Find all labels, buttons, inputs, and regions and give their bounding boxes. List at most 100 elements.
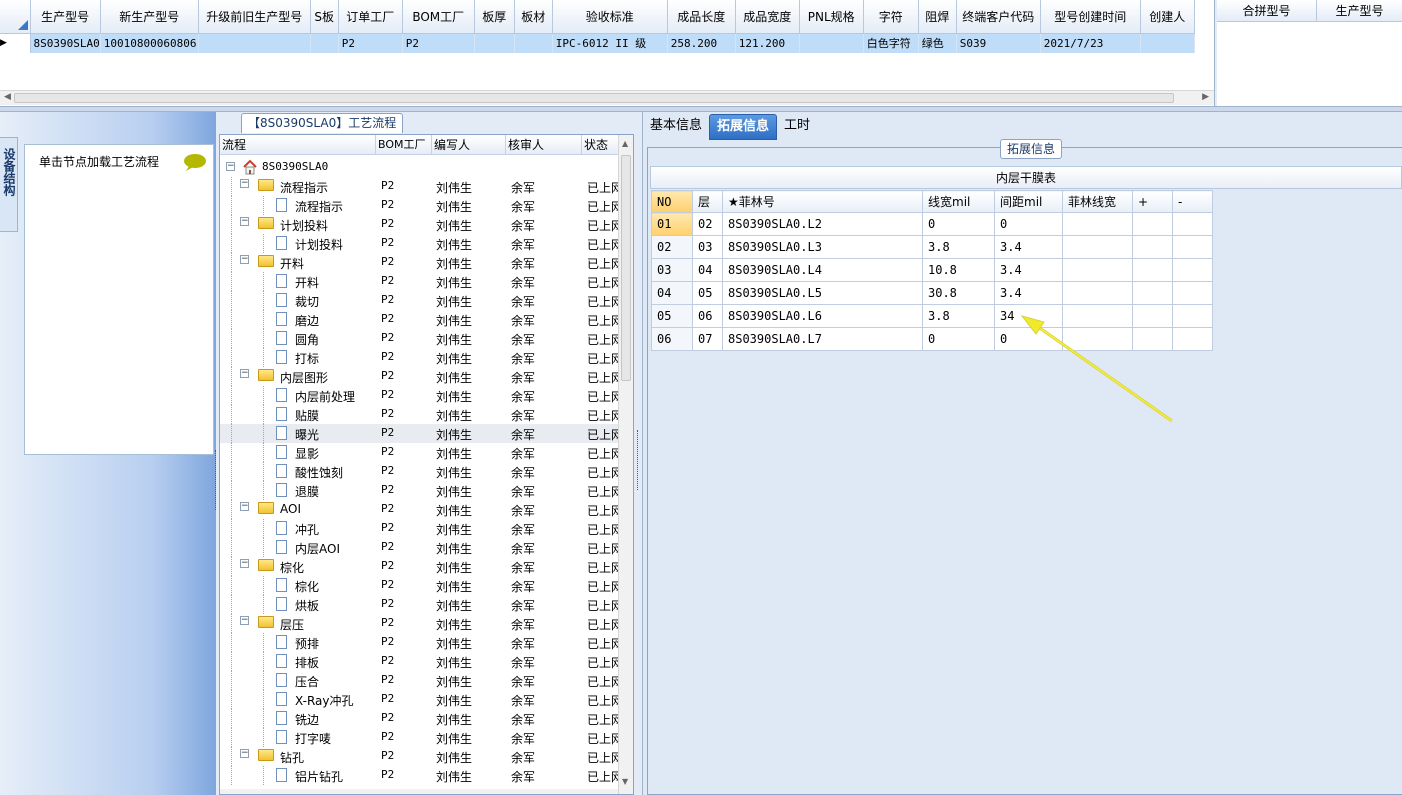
table-cell[interactable]: 0	[922, 212, 995, 236]
tree-row[interactable]: 计划投料 P2 刘伟生 余军 已上网	[220, 234, 623, 253]
grid-cell[interactable]	[474, 33, 515, 53]
table-row[interactable]: 01 02 8S0390SLA0.L2 0 0	[651, 212, 1213, 236]
table-cell[interactable]: 04	[692, 258, 723, 282]
table-row[interactable]: 06 07 8S0390SLA0.L7 0 0	[651, 327, 1213, 351]
table-cell[interactable]	[1062, 304, 1133, 328]
col-header[interactable]: BOM工厂	[402, 0, 475, 34]
table-cell[interactable]	[1062, 212, 1133, 236]
grid-cell[interactable]: 绿色	[918, 33, 957, 53]
col-header[interactable]: 生产型号	[1317, 0, 1402, 21]
vertical-scrollbar[interactable]: ▲ ▼	[618, 135, 633, 794]
table-row[interactable]: ▶ 8S0390SLA0 10010800060806 P2 P2 IPC-6012 I…	[0, 33, 1195, 53]
tree-row[interactable]: − 内层图形 P2 刘伟生 余军 已上网	[220, 367, 623, 386]
table-cell[interactable]: 06	[692, 304, 723, 328]
table-row[interactable]: 05 06 8S0390SLA0.L6 3.8 34	[651, 304, 1213, 328]
tab-extended-info[interactable]: 拓展信息	[709, 114, 778, 140]
tree-row[interactable]: 显影 P2 刘伟生 余军 已上网	[220, 443, 623, 462]
col-header[interactable]: 合拼型号	[1217, 0, 1317, 21]
tree-row[interactable]: 棕化 P2 刘伟生 余军 已上网	[220, 576, 623, 595]
table-cell[interactable]: 02	[651, 235, 693, 259]
table-cell[interactable]: 3.4	[994, 281, 1063, 305]
grid-cell[interactable]: P2	[402, 33, 475, 53]
col-header-process[interactable]: 流程	[220, 135, 376, 154]
table-cell[interactable]: 10.8	[922, 258, 995, 282]
collapse-toggle-icon[interactable]: −	[240, 616, 249, 625]
tree-root-row[interactable]: − 8S0390SLA0	[220, 158, 618, 177]
scroll-down-icon[interactable]: ▼	[622, 777, 628, 786]
tree-row[interactable]: 铣边 P2 刘伟生 余军 已上网	[220, 709, 623, 728]
table-cell[interactable]	[1062, 235, 1133, 259]
tree-row[interactable]: X-Ray冲孔 P2 刘伟生 余军 已上网	[220, 690, 623, 709]
tree-row[interactable]: 内层AOI P2 刘伟生 余军 已上网	[220, 538, 623, 557]
table-cell[interactable]: 3.4	[994, 258, 1063, 282]
table-cell[interactable]	[1132, 235, 1173, 259]
tree-row[interactable]: 铝片钻孔 P2 刘伟生 余军 已上网	[220, 766, 623, 785]
tree-row[interactable]: 排板 P2 刘伟生 余军 已上网	[220, 652, 623, 671]
grid-cell[interactable]: 8S0390SLA0	[30, 33, 101, 53]
table-cell[interactable]	[1172, 212, 1213, 236]
grid-cell[interactable]: 10010800060806	[100, 33, 199, 53]
col-header[interactable]: 订单工厂	[338, 0, 403, 34]
collapse-toggle-icon[interactable]: −	[240, 255, 249, 264]
col-header[interactable]: 升级前旧生产型号	[198, 0, 311, 34]
col-header[interactable]: ★菲林号	[722, 190, 923, 213]
tab-equipment-structure[interactable]: 设备结构	[0, 137, 18, 232]
tree-row[interactable]: 圆角 P2 刘伟生 余军 已上网	[220, 329, 623, 348]
col-header[interactable]: 字符	[863, 0, 919, 34]
tree-row[interactable]: 裁切 P2 刘伟生 余军 已上网	[220, 291, 623, 310]
table-cell[interactable]: 02	[692, 212, 723, 236]
table-cell[interactable]	[1132, 212, 1173, 236]
tree-row[interactable]: 内层前处理 P2 刘伟生 余军 已上网	[220, 386, 623, 405]
table-cell[interactable]	[1172, 258, 1213, 282]
table-cell[interactable]	[1132, 327, 1173, 351]
col-header[interactable]: 创建人	[1140, 0, 1195, 34]
tree-row[interactable]: 烘板 P2 刘伟生 余军 已上网	[220, 595, 623, 614]
col-header[interactable]: 终端客户代码	[956, 0, 1041, 34]
tree-row[interactable]: − AOI P2 刘伟生 余军 已上网	[220, 500, 623, 519]
table-cell[interactable]: 3.4	[994, 235, 1063, 259]
col-header[interactable]: 验收标准	[552, 0, 668, 34]
table-cell[interactable]	[1132, 304, 1173, 328]
tree-row[interactable]: 打标 P2 刘伟生 余军 已上网	[220, 348, 623, 367]
table-row[interactable]: 04 05 8S0390SLA0.L5 30.8 3.4	[651, 281, 1213, 305]
grid-cell[interactable]	[310, 33, 339, 53]
col-header-status[interactable]: 状态	[582, 135, 618, 154]
tab-work-hours[interactable]: 工时	[777, 114, 817, 140]
tree-row[interactable]: 流程指示 P2 刘伟生 余军 已上网	[220, 196, 623, 215]
table-cell[interactable]	[1062, 327, 1133, 351]
table-cell[interactable]: 05	[692, 281, 723, 305]
grid-cell[interactable]: IPC-6012 II 级	[552, 33, 668, 53]
collapse-toggle-icon[interactable]: −	[240, 559, 249, 568]
grid-cell[interactable]: 白色字符	[863, 33, 919, 53]
tree-row[interactable]: 开料 P2 刘伟生 余军 已上网	[220, 272, 623, 291]
scroll-left-icon[interactable]: ◀	[4, 92, 11, 102]
table-cell[interactable]: 8S0390SLA0.L7	[722, 327, 923, 351]
table-cell[interactable]: 8S0390SLA0.L2	[722, 212, 923, 236]
collapse-toggle-icon[interactable]: −	[240, 502, 249, 511]
horizontal-scrollbar[interactable]: ◀ ▶	[0, 90, 1214, 105]
tree-row[interactable]: 压合 P2 刘伟生 余军 已上网	[220, 671, 623, 690]
grid-corner[interactable]	[0, 0, 31, 34]
col-header[interactable]: 成品宽度	[735, 0, 800, 34]
col-header-bom[interactable]: BOM工厂	[376, 135, 432, 154]
table-cell[interactable]: 04	[651, 281, 693, 305]
tree-row[interactable]: 磨边 P2 刘伟生 余军 已上网	[220, 310, 623, 329]
table-cell[interactable]: 06	[651, 327, 693, 351]
table-cell[interactable]	[1172, 235, 1213, 259]
table-cell[interactable]: 03	[692, 235, 723, 259]
col-header[interactable]: PNL规格	[799, 0, 864, 34]
table-cell[interactable]	[1172, 327, 1213, 351]
remove-column-button[interactable]: -	[1172, 190, 1213, 213]
grid-cell[interactable]	[198, 33, 311, 53]
table-cell[interactable]	[1172, 304, 1213, 328]
scroll-up-icon[interactable]: ▲	[622, 139, 628, 148]
tree-row[interactable]: − 钻孔 P2 刘伟生 余军 已上网	[220, 747, 623, 766]
collapse-toggle-icon[interactable]: −	[240, 369, 249, 378]
grid-cell[interactable]: S039	[956, 33, 1041, 53]
col-header[interactable]: 型号创建时间	[1040, 0, 1141, 34]
table-cell[interactable]: 34	[994, 304, 1063, 328]
col-header[interactable]: 新生产型号	[100, 0, 199, 34]
grid-cell[interactable]: 258.200	[667, 33, 736, 53]
table-cell[interactable]: 3.8	[922, 235, 995, 259]
collapse-toggle-icon[interactable]: −	[240, 217, 249, 226]
